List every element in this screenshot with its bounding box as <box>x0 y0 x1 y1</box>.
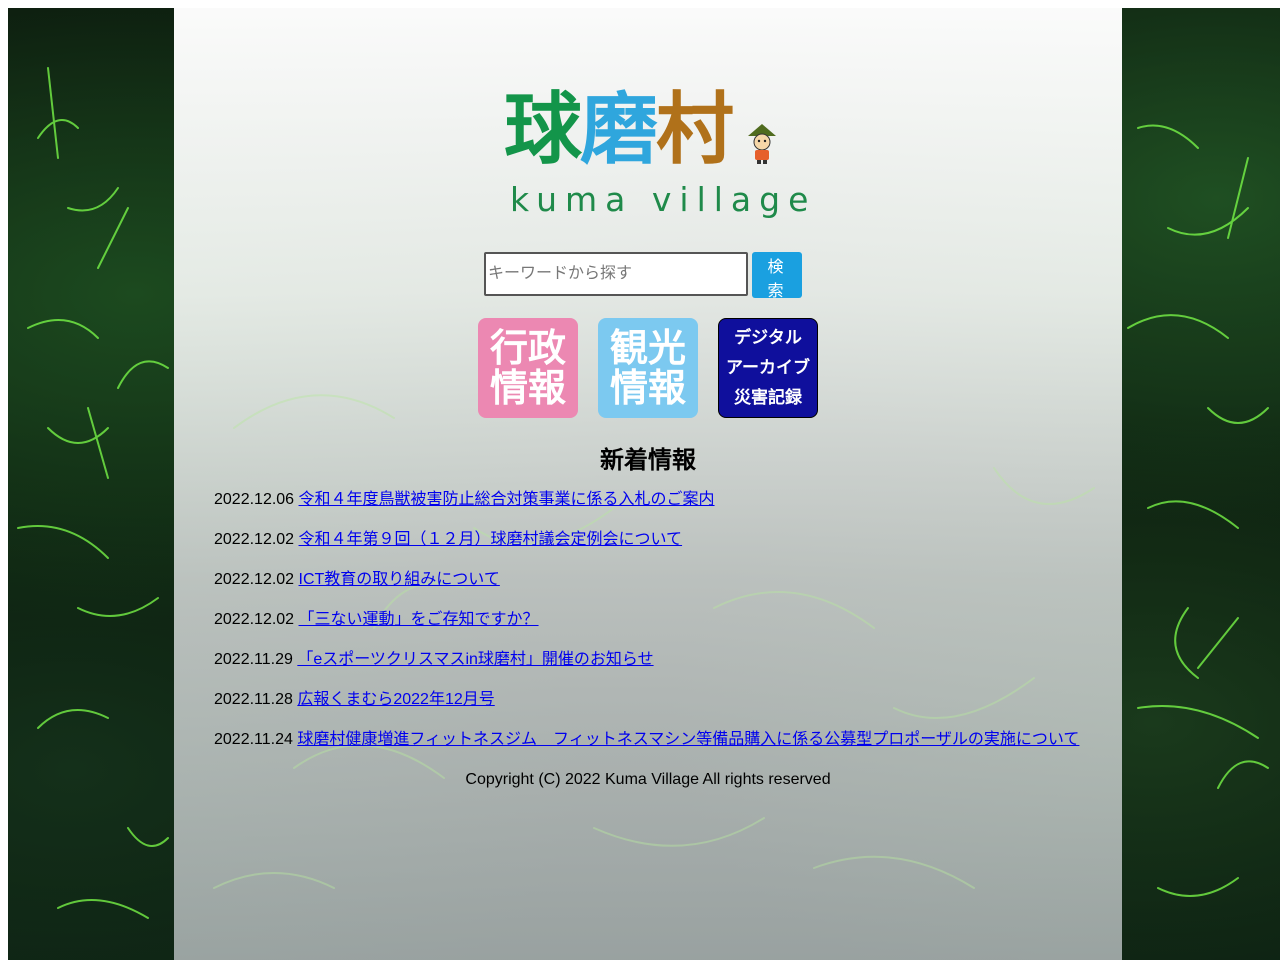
news-list: 2022.12.06 令和４年度鳥獣被害防止総合対策事業に係る入札のご案内 20… <box>214 490 1114 770</box>
news-date: 2022.11.28 <box>214 691 293 708</box>
news-link[interactable]: ICT教育の取り組みについて <box>299 571 500 588</box>
gyosei-info-button[interactable]: 行政 情報 <box>478 318 578 418</box>
news-item: 2022.12.06 令和４年度鳥獣被害防止総合対策事業に係る入札のご案内 <box>214 490 1114 530</box>
news-item: 2022.11.24 球磨村健康増進フィットネスジム フィットネスマシン等備品購… <box>214 730 1114 770</box>
news-item: 2022.11.29 「eスポーツクリスマスin球磨村」開催のお知らせ <box>214 650 1114 690</box>
logo-kanji-ma: 磨 <box>580 85 658 175</box>
news-heading: 新着情報 <box>600 447 696 474</box>
news-link[interactable]: 広報くまむら2022年12月号 <box>297 691 494 708</box>
news-link[interactable]: 令和４年度鳥獣被害防止総合対策事業に係る入札のご案内 <box>299 491 715 508</box>
digital-archive-button[interactable]: デジタル アーカイブ 災害記録 <box>718 318 818 418</box>
news-date: 2022.11.24 <box>214 731 293 748</box>
news-item: 2022.12.02 令和４年第９回（１２月）球磨村議会定例会について <box>214 530 1114 570</box>
news-date: 2022.12.06 <box>214 491 295 508</box>
logo-kanji: 球磨村 <box>504 85 734 175</box>
news-item: 2022.12.02 ICT教育の取り組みについて <box>214 570 1114 610</box>
news-item: 2022.11.28 広報くまむら2022年12月号 <box>214 690 1114 730</box>
kanko-tile-line-1: 観光 <box>609 326 686 370</box>
digital-tile-line-1: デジタル <box>734 328 802 348</box>
news-date: 2022.12.02 <box>214 531 295 548</box>
news-link[interactable]: 令和４年第９回（１２月）球磨村議会定例会について <box>299 531 683 548</box>
mascot-character-icon <box>748 124 776 164</box>
news-link[interactable]: 球磨村健康増進フィットネスジム フィットネスマシン等備品購入に係る公募型プロポー… <box>297 731 1079 748</box>
search-input[interactable] <box>484 252 748 296</box>
digital-tile-line-3: 災害記録 <box>733 388 802 408</box>
kanko-info-button[interactable]: 観光 情報 <box>598 318 698 418</box>
search-form: 検 索 <box>484 252 804 300</box>
gyosei-tile-line-2: 情報 <box>489 366 566 410</box>
kanko-tile-line-2: 情報 <box>609 366 686 410</box>
news-item: 2022.12.02 「三ない運動」をご存知ですか？ <box>214 610 1114 650</box>
copyright-text: Copyright (C) 2022 Kuma Village All righ… <box>465 771 831 788</box>
gyosei-tile-line-1: 行政 <box>489 326 566 370</box>
search-button[interactable]: 検 索 <box>752 252 802 300</box>
news-date: 2022.11.29 <box>214 651 293 668</box>
digital-tile-line-2: アーカイブ <box>726 358 810 378</box>
news-link[interactable]: 「eスポーツクリスマスin球磨村」開催のお知らせ <box>297 651 653 668</box>
logo-kanji-kyu: 球 <box>504 85 582 175</box>
logo-roman: kuma village <box>510 180 817 219</box>
kuma-village-logo[interactable]: 球磨村 kuma village <box>504 85 808 228</box>
logo-kanji-mura: 村 <box>656 85 734 175</box>
news-link[interactable]: 「三ない運動」をご存知ですか？ <box>299 611 539 628</box>
news-date: 2022.12.02 <box>214 571 295 588</box>
news-date: 2022.12.02 <box>214 611 295 628</box>
